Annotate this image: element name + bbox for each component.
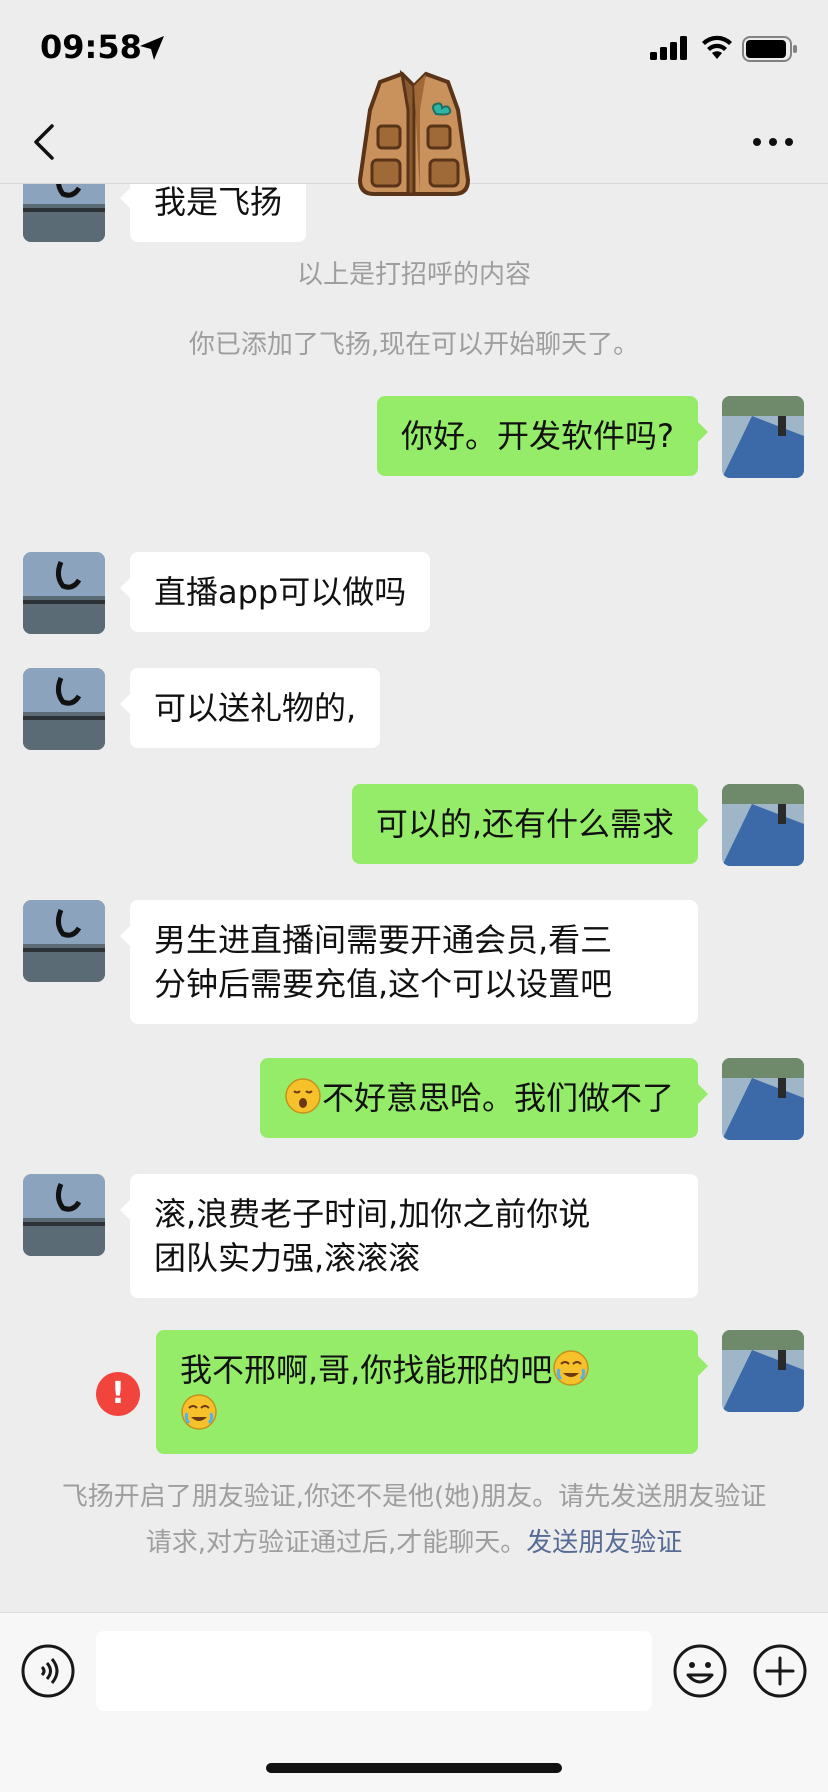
contact-avatar[interactable] (23, 184, 105, 242)
contact-avatar[interactable] (23, 1174, 105, 1256)
back-chevron-icon[interactable] (24, 120, 68, 164)
status-time: 09:58 (40, 28, 142, 66)
self-avatar[interactable] (722, 396, 804, 478)
plus-more-icon[interactable] (752, 1643, 808, 1699)
message-text-line: 分钟后需要充值,这个可以设置吧 (154, 965, 613, 1003)
message-text-line: 男生进直播间需要开通会员,看三 (154, 921, 613, 959)
crying-laughing-emoji (553, 1350, 590, 1386)
location-arrow-icon (140, 36, 164, 60)
message-text: 可以送礼物的, (154, 689, 357, 727)
input-bar (0, 1612, 828, 1792)
message-text: 我不邢啊,哥,你找能邢的吧 (180, 1351, 553, 1389)
message-bubble[interactable]: 滚,浪费老子时间,加你之前你说 团队实力强,滚滚滚 (120, 1174, 698, 1298)
home-indicator[interactable] (266, 1763, 562, 1773)
message-text: 直播app可以做吗 (154, 573, 407, 611)
message-text: 我是飞扬 (154, 184, 283, 221)
system-greeting-note: 以上是打招呼的内容 (296, 260, 531, 290)
message-text-line: 团队实力强,滚滚滚 (154, 1239, 421, 1277)
message-bubble[interactable]: 我不邢啊,哥,你找能邢的吧 (156, 1330, 708, 1454)
message-input[interactable] (96, 1631, 652, 1711)
message-text: 可以的,还有什么需求 (375, 805, 674, 843)
contact-avatar[interactable] (23, 668, 105, 750)
message-bubble[interactable]: 可以的,还有什么需求 (351, 784, 709, 864)
message-text-line: 滚,浪费老子时间,加你之前你说 (154, 1195, 591, 1233)
contact-vest-avatar-icon[interactable] (350, 70, 478, 200)
sleepy-face-emoji (285, 1078, 321, 1114)
message-bubble[interactable]: 直播app可以做吗 (119, 552, 431, 632)
chat-messages[interactable]: 我是飞扬 以上是打招呼的内容 你已添加了飞扬,现在可以开始聊天了。 你好。开发软… (0, 184, 828, 1612)
message-bubble[interactable]: 不好意思哈。我们做不了 (259, 1058, 709, 1138)
message-bubble[interactable]: 你好。开发软件吗? (377, 396, 708, 476)
crying-laughing-emoji (181, 1394, 217, 1430)
battery-icon (742, 36, 797, 62)
system-added-note: 你已添加了飞扬,现在可以开始聊天了。 (188, 330, 640, 360)
message-text: 你好。开发软件吗? (401, 417, 674, 455)
friend-verification-notice: 飞扬开启了朋友验证,你还不是他(她)朋友。请先发送朋友验证请求,对方验证通过后,… (60, 1474, 768, 1566)
send-failed-icon[interactable]: ! (96, 1372, 140, 1416)
self-avatar[interactable] (722, 784, 804, 866)
self-avatar[interactable] (722, 1330, 804, 1412)
emoji-picker-icon[interactable] (672, 1643, 728, 1699)
contact-avatar[interactable] (23, 552, 105, 634)
voice-input-icon[interactable] (20, 1643, 76, 1699)
message-bubble[interactable]: 我是飞扬 (119, 184, 307, 242)
message-bubble[interactable]: 男生进直播间需要开通会员,看三 分钟后需要充值,这个可以设置吧 (120, 900, 698, 1024)
cellular-signal-icon (650, 36, 687, 60)
wifi-icon (702, 35, 732, 59)
contact-avatar[interactable] (23, 900, 105, 982)
message-bubble[interactable]: 可以送礼物的, (119, 668, 381, 748)
message-text: 不好意思哈。我们做不了 (321, 1079, 674, 1117)
self-avatar[interactable] (722, 1058, 804, 1140)
more-dots-icon[interactable] (748, 122, 798, 162)
send-verification-link[interactable]: 发送朋友验证 (526, 1528, 682, 1558)
